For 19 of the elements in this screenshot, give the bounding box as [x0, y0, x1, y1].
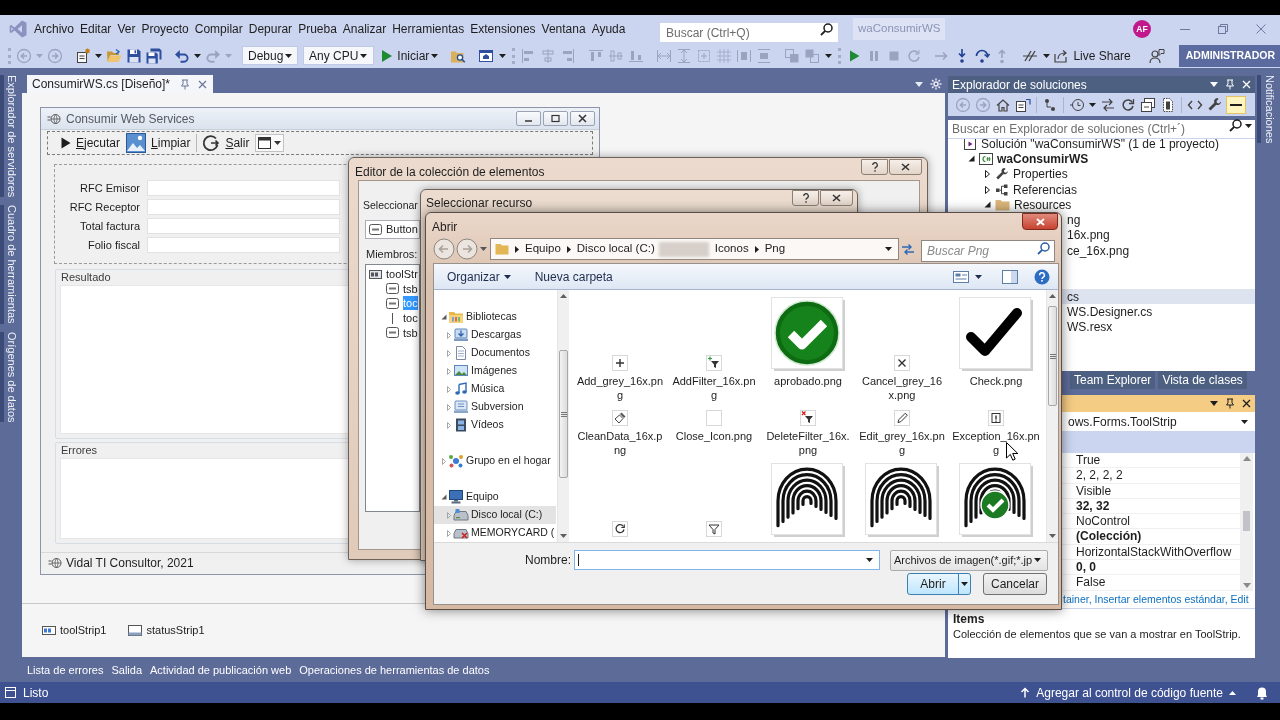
group-title: Errores — [60, 443, 99, 457]
field-label: Nombre: — [524, 552, 571, 569]
dialog-title: Seleccionar recurso — [426, 195, 533, 212]
field-label: Total factura — [79, 218, 140, 234]
description-title: Items — [953, 612, 986, 627]
description-text: Colección de elementos que se van a mostrar en ToolStrip. — [953, 627, 1242, 642]
dialog-title: Abrir — [432, 219, 458, 236]
form-title: Consumir Web Services — [66, 110, 195, 128]
field-label: RFC Receptor — [68, 199, 140, 215]
panel-title: Explorador de soluciones — [952, 76, 1087, 94]
window-title: waConsumirWS — [853, 18, 946, 40]
dialog-title: Editor de la colección de elementos — [355, 164, 545, 181]
status-text: Vidal TI Consultor, 2021 — [66, 554, 194, 572]
field-label: Seleccionar — [363, 198, 418, 212]
field-label: Miembros: — [366, 247, 418, 261]
field-label: Folio fiscal — [87, 237, 140, 253]
status-text: Listo — [23, 684, 49, 702]
group-title: Resultado — [60, 270, 112, 284]
field-label: RFC Emisor — [79, 180, 140, 196]
